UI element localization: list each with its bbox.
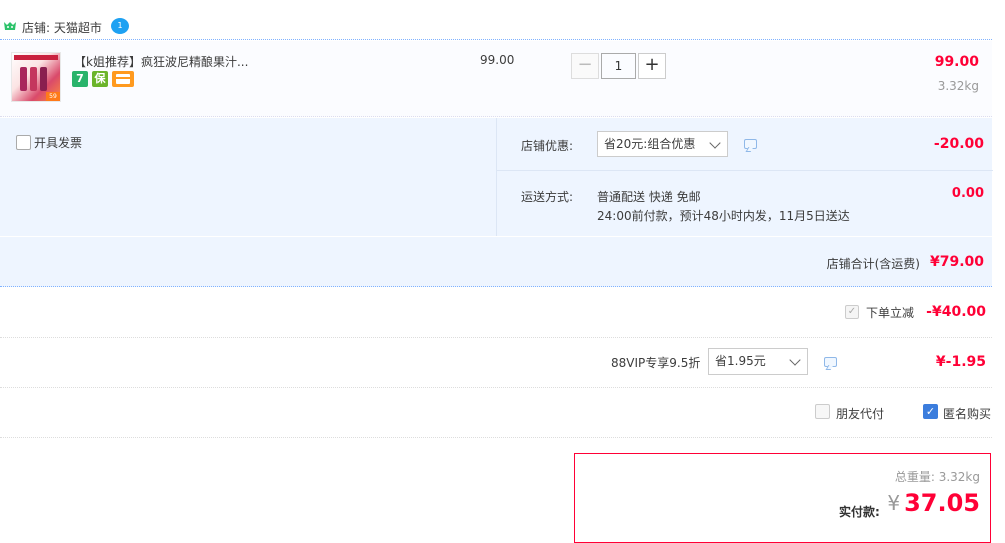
shop-discount-selected: 省20元:组合优惠: [604, 137, 696, 151]
shop-discount-shipping-panel: 店铺优惠: 省20元:组合优惠 -20.00 运送方式: 普通配送 快递 免邮 …: [496, 118, 993, 236]
vip-discount-label: 88VIP专享9.5折: [611, 356, 701, 370]
instant-discount-label: 下单立减: [866, 306, 915, 320]
friend-pay-label[interactable]: 朋友代付: [836, 405, 884, 422]
shipping-method: 普通配送 快递 免邮: [597, 190, 701, 204]
shop-name-link[interactable]: 店铺: 天猫超市: [22, 19, 102, 36]
item-subtotal: 99.00: [934, 54, 979, 70]
instant-discount-amount: -¥40.00: [926, 304, 986, 320]
vip-discount-selected: 省1.95元: [715, 354, 766, 368]
cart-item-row: 59 【k姐推荐】疯狂波尼精酿果汁... 7 保 99.00 − 1 + 99.…: [0, 41, 992, 117]
product-thumbnail[interactable]: 59: [11, 52, 61, 102]
message-icon[interactable]: [744, 139, 757, 149]
seven-day-return-icon[interactable]: 7: [72, 71, 88, 87]
item-weight: 3.32kg: [937, 79, 979, 93]
shop-discount-label: 店铺优惠:: [521, 139, 574, 153]
vip-discount-amount: ¥-1.95: [935, 354, 986, 370]
instant-discount-row: ✓ 下单立减 -¥40.00: [0, 288, 992, 338]
wangwang-chat-icon[interactable]: 1: [111, 18, 129, 34]
guarantee-icon[interactable]: 保: [92, 71, 108, 87]
anonymous-checkbox[interactable]: ✓: [923, 404, 938, 419]
quantity-increase-button[interactable]: +: [638, 53, 666, 79]
credit-card-icon[interactable]: [112, 71, 134, 87]
product-title-link[interactable]: 【k姐推荐】疯狂波尼精酿果汁...: [74, 53, 248, 70]
tmall-shop-icon: [4, 22, 16, 30]
friend-pay-checkbox[interactable]: [815, 404, 830, 419]
shipping-fee: 0.00: [951, 186, 984, 201]
message-icon[interactable]: [824, 357, 837, 367]
shop-total-amount: ¥79.00: [929, 254, 984, 270]
payment-summary-box: 总重量: 3.32kg 实付款: ¥37.05: [574, 453, 991, 543]
shop-total-row: 店铺合计(含运费) ¥79.00: [0, 237, 992, 287]
quantity-input[interactable]: 1: [601, 53, 636, 79]
divider: [497, 170, 993, 171]
anonymous-label[interactable]: 匿名购买: [943, 405, 991, 422]
payment-label: 实付款:: [839, 505, 880, 519]
unit-price: 99.00: [480, 53, 515, 67]
thumbnail-price-badge: 59: [46, 92, 60, 101]
payment-total: 37.05: [904, 489, 980, 517]
shop-discount-amount: -20.00: [933, 136, 984, 152]
invoice-label: 开具发票: [34, 136, 83, 150]
order-options-block: 开具发票 店铺优惠: 省20元:组合优惠 -20.00 运送方式: 普通配送 快…: [0, 118, 993, 236]
shipping-label: 运送方式:: [521, 190, 574, 204]
instant-discount-checkbox: ✓: [845, 305, 859, 319]
currency-symbol: ¥: [887, 491, 901, 515]
shop-total-label: 店铺合计(含运费): [826, 257, 920, 271]
chevron-down-icon: [709, 137, 721, 149]
payment-amount: ¥37.05: [887, 489, 980, 517]
shop-discount-select[interactable]: 省20元:组合优惠: [597, 131, 728, 157]
shipping-eta: 24:00前付款，预计48小时内发，11月5日送达: [597, 209, 850, 223]
invoice-option[interactable]: 开具发票: [16, 134, 82, 151]
quantity-decrease-button[interactable]: −: [571, 53, 599, 79]
payment-options-row: 朋友代付 ✓ 匿名购买: [0, 388, 992, 438]
shop-header: 店铺: 天猫超市 1: [0, 14, 992, 40]
chevron-down-icon: [789, 354, 801, 366]
vip-discount-select[interactable]: 省1.95元: [708, 348, 808, 375]
vip-discount-row: 88VIP专享9.5折 省1.95元 ¥-1.95: [0, 338, 992, 388]
invoice-checkbox[interactable]: [16, 135, 31, 150]
total-weight: 总重量: 3.32kg: [894, 470, 980, 484]
